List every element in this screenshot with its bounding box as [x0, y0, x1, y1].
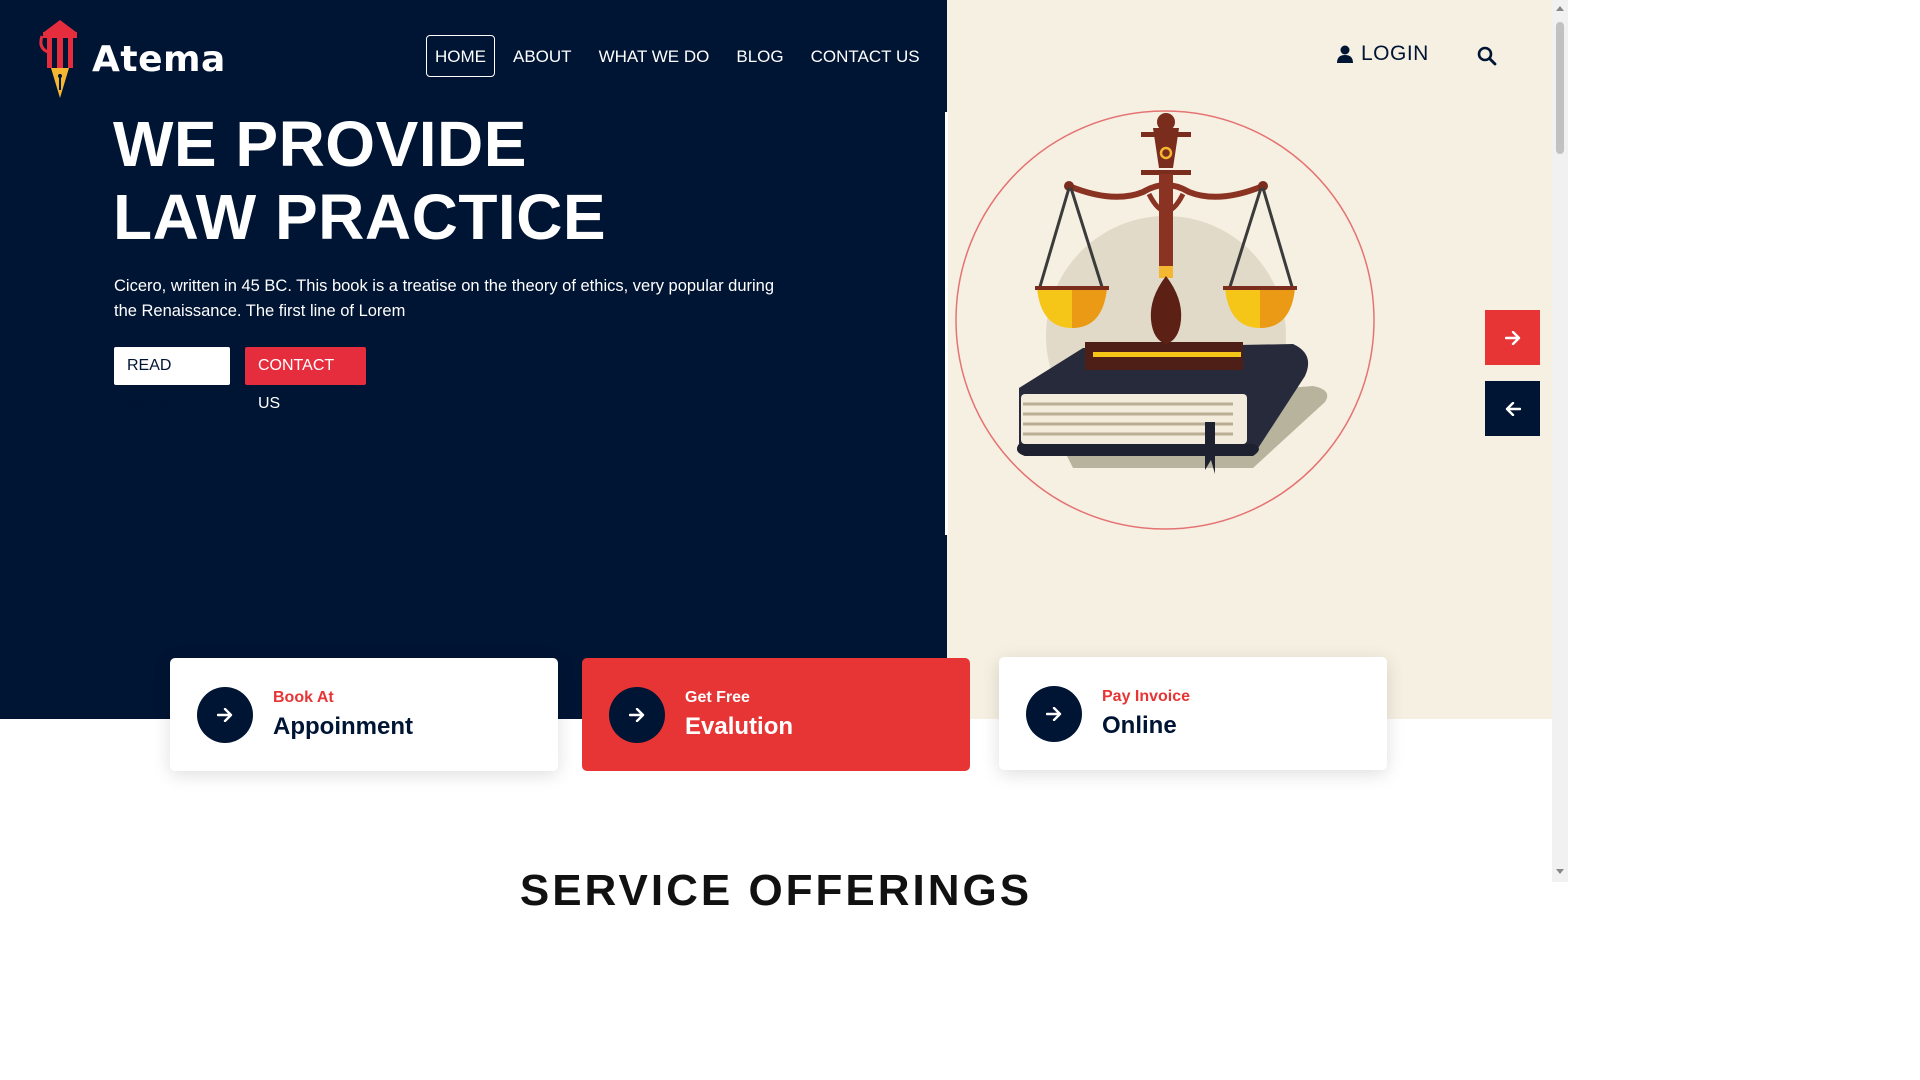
arrow-right-icon: [217, 707, 233, 722]
card-text: Book At Appoinment: [273, 689, 413, 741]
card-pay-invoice[interactable]: Pay Invoice Online: [999, 657, 1387, 770]
hero-title-line1: WE PROVIDE: [113, 108, 527, 180]
nav-item-what-we-do[interactable]: WHAT WE DO: [590, 35, 719, 77]
page-scrollbar[interactable]: [1552, 0, 1568, 882]
contact-us-button[interactable]: CONTACT US: [245, 347, 366, 412]
slider-prev-button[interactable]: [1485, 381, 1540, 436]
main-nav: HOME ABOUT WHAT WE DO BLOG CONTACT US: [426, 35, 938, 77]
login-link[interactable]: LOGIN: [1337, 42, 1429, 66]
card-big-label: Online: [1102, 711, 1177, 739]
hero-description: Cicero, written in 45 BC. This book is a…: [114, 277, 775, 320]
user-icon: [1337, 45, 1353, 63]
arrow-left-icon: [1505, 401, 1521, 416]
card-big-label: Appoinment: [273, 712, 413, 740]
card-small-label: Get Free: [685, 688, 750, 706]
hero-title-line2: LAW PRACTICE: [113, 181, 607, 253]
arrow-right-icon: [1504, 330, 1520, 345]
brand-logo[interactable]: Atema: [38, 18, 226, 100]
card-arrow-circle: [1026, 685, 1082, 742]
logo-pillar-pen-icon: [39, 20, 77, 98]
card-small-label: Book At: [273, 688, 334, 706]
arrow-right-icon: [629, 707, 645, 722]
card-book-appointment[interactable]: Book At Appoinment: [170, 658, 558, 771]
card-arrow-circle: [197, 686, 253, 743]
card-text: Pay Invoice Online: [1102, 688, 1190, 740]
hero-divider: [945, 112, 948, 535]
login-label: LOGIN: [1361, 42, 1429, 65]
slider-next-button[interactable]: [1485, 310, 1540, 365]
justice-scales-book-illustration: [955, 110, 1375, 530]
brand-name: Atema: [92, 38, 226, 80]
nav-item-home[interactable]: HOME: [426, 35, 495, 77]
read-more-button[interactable]: READ MORE: [114, 347, 230, 412]
card-text: Get Free Evalution: [685, 689, 793, 741]
nav-item-contact-us[interactable]: CONTACT US: [802, 35, 929, 77]
scroll-up-arrow[interactable]: [1556, 6, 1564, 11]
card-arrow-circle: [609, 686, 665, 743]
nav-item-about[interactable]: ABOUT: [504, 35, 581, 77]
search-icon: [1477, 46, 1497, 66]
search-button[interactable]: [1477, 46, 1497, 71]
arrow-right-icon: [1046, 706, 1062, 721]
scroll-down-arrow[interactable]: [1556, 869, 1564, 874]
card-big-label: Evalution: [685, 712, 794, 740]
nav-item-blog[interactable]: BLOG: [727, 35, 792, 77]
section-title: SERVICE OFFERINGS: [519, 866, 1033, 915]
hero-title: WE PROVIDE LAW PRACTICE: [113, 108, 606, 254]
card-free-evaluation[interactable]: Get Free Evalution: [582, 658, 970, 771]
card-small-label: Pay Invoice: [1102, 687, 1191, 705]
scroll-thumb[interactable]: [1556, 22, 1564, 154]
